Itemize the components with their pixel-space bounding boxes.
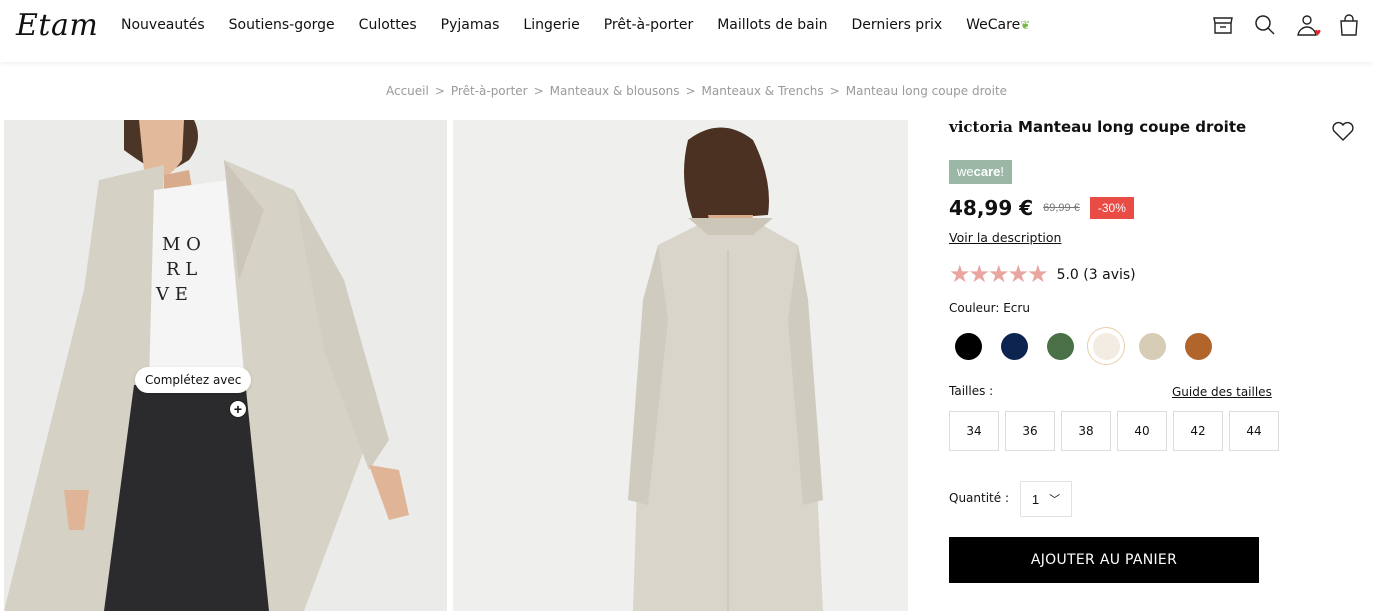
breadcrumb-manteaux-trenchs[interactable]: Manteaux & Trenchs: [702, 84, 824, 98]
color-swatch-black[interactable]: [949, 327, 987, 365]
current-price: 48,99 €: [949, 196, 1034, 220]
nav-item-soutiens-gorge[interactable]: Soutiens-gorge: [229, 17, 335, 33]
etam-logo[interactable]: Etam: [16, 8, 98, 43]
site-header: Etam Nouveautés Soutiens-gorge Culottes …: [0, 0, 1373, 62]
nav-item-lingerie[interactable]: Lingerie: [523, 17, 579, 33]
wecare-badge: wecare!: [949, 160, 1012, 184]
nav-item-derniers-prix[interactable]: Derniers prix: [852, 17, 943, 33]
tshirt-text-3: V E: [155, 284, 188, 305]
size-40[interactable]: 40: [1117, 411, 1167, 451]
product-image-back[interactable]: [453, 120, 908, 611]
wishlist-heart-icon[interactable]: [1331, 120, 1355, 142]
size-options: 34 36 38 40 42 44: [949, 411, 1285, 451]
product-panel: victoria Manteau long coupe droite wecar…: [949, 118, 1359, 583]
size-34[interactable]: 34: [949, 411, 999, 451]
description-link[interactable]: Voir la description: [949, 230, 1061, 245]
color-label: Couleur: Ecru: [949, 301, 1030, 315]
nav-item-maillots-de-bain[interactable]: Maillots de bain: [717, 17, 827, 33]
size-38[interactable]: 38: [1061, 411, 1111, 451]
size-42[interactable]: 42: [1173, 411, 1223, 451]
rating-text: 5.0 (3 avis): [1056, 266, 1136, 283]
bag-icon[interactable]: [1337, 13, 1361, 39]
model-back-illustration: [453, 120, 908, 611]
price-row: 48,99 € 69,99 € -30%: [949, 196, 1134, 220]
complete-look-button[interactable]: Complétez avec: [135, 367, 252, 393]
nav-item-wecare-label: WeCare: [966, 17, 1021, 33]
sizes-label: Tailles :: [949, 384, 994, 398]
model-front-illustration: M O R L V E: [4, 120, 447, 611]
nav-item-pyjamas[interactable]: Pyjamas: [441, 17, 500, 33]
star-rating-icon: ★★★★★: [949, 261, 1049, 288]
color-swatch-beige[interactable]: [1133, 327, 1171, 365]
store-icon[interactable]: [1211, 13, 1235, 39]
color-swatch-camel[interactable]: [1179, 327, 1217, 365]
product-name: Manteau long coupe droite: [1018, 118, 1247, 136]
plus-icon[interactable]: +: [229, 400, 247, 418]
nav-item-nouveautes[interactable]: Nouveautés: [121, 17, 205, 33]
header-icons: ♥: [1211, 13, 1361, 39]
tshirt-text-2: R L: [166, 259, 197, 280]
color-swatches: [949, 327, 1225, 365]
account-icon[interactable]: ♥: [1295, 13, 1321, 39]
size-guide-link[interactable]: Guide des tailles: [1172, 385, 1272, 399]
quantity-select[interactable]: 1 ﹀: [1020, 481, 1072, 517]
size-36[interactable]: 36: [1005, 411, 1055, 451]
heart-badge-icon: ♥: [1314, 27, 1321, 39]
color-swatch-green[interactable]: [1041, 327, 1079, 365]
color-swatch-ecru[interactable]: [1087, 327, 1125, 365]
nav-item-culottes[interactable]: Culottes: [359, 17, 417, 33]
chevron-down-icon: ﹀: [1049, 494, 1061, 506]
product-brand: victoria: [949, 118, 1013, 136]
breadcrumb-accueil[interactable]: Accueil: [386, 84, 429, 98]
quantity-value: 1: [1031, 491, 1040, 507]
breadcrumb-current: Manteau long coupe droite: [845, 84, 1008, 98]
old-price: 69,99 €: [1043, 202, 1080, 214]
product-title: victoria Manteau long coupe droite: [949, 118, 1359, 136]
quantity-label: Quantité :: [949, 491, 1009, 505]
size-44[interactable]: 44: [1229, 411, 1279, 451]
main-nav: Nouveautés Soutiens-gorge Culottes Pyjam…: [121, 17, 1054, 33]
nav-item-wecare[interactable]: WeCare❦: [966, 17, 1030, 33]
product-image-front[interactable]: M O R L V E Complétez avec +: [4, 120, 447, 611]
color-swatch-navy[interactable]: [995, 327, 1033, 365]
breadcrumb-manteaux-blousons[interactable]: Manteaux & blousons: [550, 84, 680, 98]
search-icon[interactable]: [1253, 13, 1277, 39]
breadcrumb: Accueil > Prêt-à-porter > Manteaux & blouson…: [385, 84, 1008, 98]
leaf-icon: ❦: [1020, 18, 1031, 32]
add-to-cart-button[interactable]: AJOUTER AU PANIER: [949, 537, 1259, 583]
nav-item-pret-a-porter[interactable]: Prêt-à-porter: [604, 17, 694, 33]
tshirt-text-1: M O: [162, 234, 201, 255]
rating-row[interactable]: ★★★★★ 5.0 (3 avis): [949, 260, 1136, 289]
discount-badge: -30%: [1089, 197, 1134, 219]
breadcrumb-pret-a-porter[interactable]: Prêt-à-porter: [451, 84, 528, 98]
